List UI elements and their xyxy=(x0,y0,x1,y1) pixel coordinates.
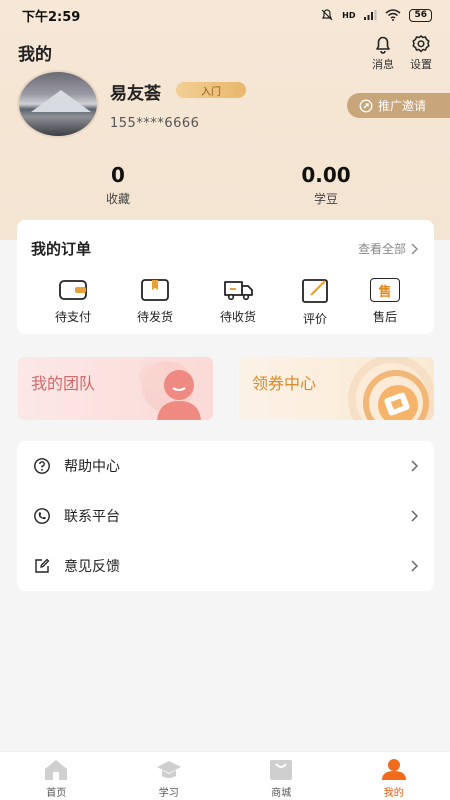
menu-item-help-center[interactable]: 帮助中心 xyxy=(17,441,434,491)
menu-card: 帮助中心 联系平台 意见反馈 xyxy=(17,441,434,591)
invite-icon xyxy=(359,99,373,112)
signal-icon xyxy=(364,10,377,20)
settings-label: 设置 xyxy=(410,58,432,71)
chevron-right-icon xyxy=(411,243,418,254)
messages-label: 消息 xyxy=(372,58,394,71)
after-sales-icon: 售 xyxy=(370,278,400,302)
question-icon xyxy=(34,458,50,474)
avatar[interactable] xyxy=(17,70,99,138)
home-icon xyxy=(45,760,68,780)
order-pending-payment[interactable]: 待支付 xyxy=(43,278,103,325)
tab-label: 学习 xyxy=(158,788,179,799)
shopping-bag-icon xyxy=(270,760,293,780)
chevron-right-icon xyxy=(411,560,418,572)
order-after-sales[interactable]: 售 售后 xyxy=(355,278,415,325)
order-pending-receipt[interactable]: 待收货 xyxy=(208,278,268,325)
favorites-label: 收藏 xyxy=(105,192,130,206)
chevron-right-icon xyxy=(411,460,418,472)
truck-icon xyxy=(224,281,253,301)
username: 易友荟 xyxy=(110,84,161,104)
coupon-center-label: 领券中心 xyxy=(252,374,317,393)
page-title: 我的 xyxy=(18,45,52,65)
study-beans-label: 学豆 xyxy=(313,192,338,206)
messages-button[interactable]: 消息 xyxy=(365,34,401,72)
tab-mall[interactable]: 商城 xyxy=(225,752,338,800)
tab-label: 商城 xyxy=(271,788,292,799)
view-all-orders-link[interactable]: 查看全部 xyxy=(358,240,418,257)
box-icon xyxy=(141,279,169,301)
my-team-label: 我的团队 xyxy=(31,374,96,393)
menu-item-contact-platform[interactable]: 联系平台 xyxy=(17,491,434,541)
order-review[interactable]: 评价 xyxy=(285,278,345,327)
wallet-icon xyxy=(59,280,87,300)
my-team-card[interactable]: 我的团队 xyxy=(18,357,213,420)
status-bar: 下午2:59 HD 56 xyxy=(0,0,450,30)
orders-card: 我的订单 查看全部 待支付 待发货 待收货 评价 售 售后 xyxy=(17,220,434,334)
coupon-center-card[interactable]: 领券中心 xyxy=(239,357,434,420)
coupon-icon xyxy=(348,357,434,420)
order-label: 待发货 xyxy=(136,310,173,324)
menu-item-label: 联系平台 xyxy=(64,509,120,525)
feedback-icon xyxy=(35,558,50,573)
tab-mine[interactable]: 我的 xyxy=(338,752,450,800)
order-label: 待收货 xyxy=(219,310,256,324)
tab-label: 首页 xyxy=(46,788,67,799)
gear-icon xyxy=(412,35,430,53)
team-icon xyxy=(139,361,201,420)
status-time: 下午2:59 xyxy=(22,9,81,25)
study-beans-value: 0.00 xyxy=(301,163,351,187)
invite-button[interactable]: 推广邀请 xyxy=(347,93,450,118)
invite-label: 推广邀请 xyxy=(378,99,427,113)
phone-number: 155****6666 xyxy=(110,116,200,131)
mute-icon xyxy=(321,9,333,21)
network-indicator: HD xyxy=(342,10,356,20)
user-icon xyxy=(381,759,406,780)
bell-icon xyxy=(376,36,390,54)
orders-title: 我的订单 xyxy=(31,240,92,258)
order-label: 待支付 xyxy=(54,310,91,324)
menu-item-label: 帮助中心 xyxy=(64,459,120,475)
graduation-cap-icon xyxy=(156,761,181,778)
phone-icon xyxy=(34,508,50,524)
chevron-right-icon xyxy=(411,510,418,522)
tab-study[interactable]: 学习 xyxy=(113,752,226,800)
order-label: 售后 xyxy=(372,310,397,324)
tab-home[interactable]: 首页 xyxy=(0,752,113,800)
favorites-count: 0 xyxy=(111,163,125,187)
tab-label: 我的 xyxy=(383,788,404,799)
order-label: 评价 xyxy=(302,312,327,326)
stat-study-beans[interactable]: 0.00 学豆 xyxy=(276,163,376,207)
bottom-tab-bar: 首页 学习 商城 我的 xyxy=(0,751,450,800)
settings-button[interactable]: 设置 xyxy=(403,34,439,72)
edit-icon xyxy=(302,279,328,303)
menu-item-label: 意见反馈 xyxy=(64,559,120,575)
battery-indicator: 56 xyxy=(409,8,432,22)
stat-favorites[interactable]: 0 收藏 xyxy=(68,163,168,207)
wifi-icon xyxy=(385,9,401,21)
view-all-label: 查看全部 xyxy=(357,242,406,256)
menu-item-feedback[interactable]: 意见反馈 xyxy=(17,541,434,591)
order-pending-shipment[interactable]: 待发货 xyxy=(125,278,185,325)
level-badge: 入门 xyxy=(176,82,246,98)
